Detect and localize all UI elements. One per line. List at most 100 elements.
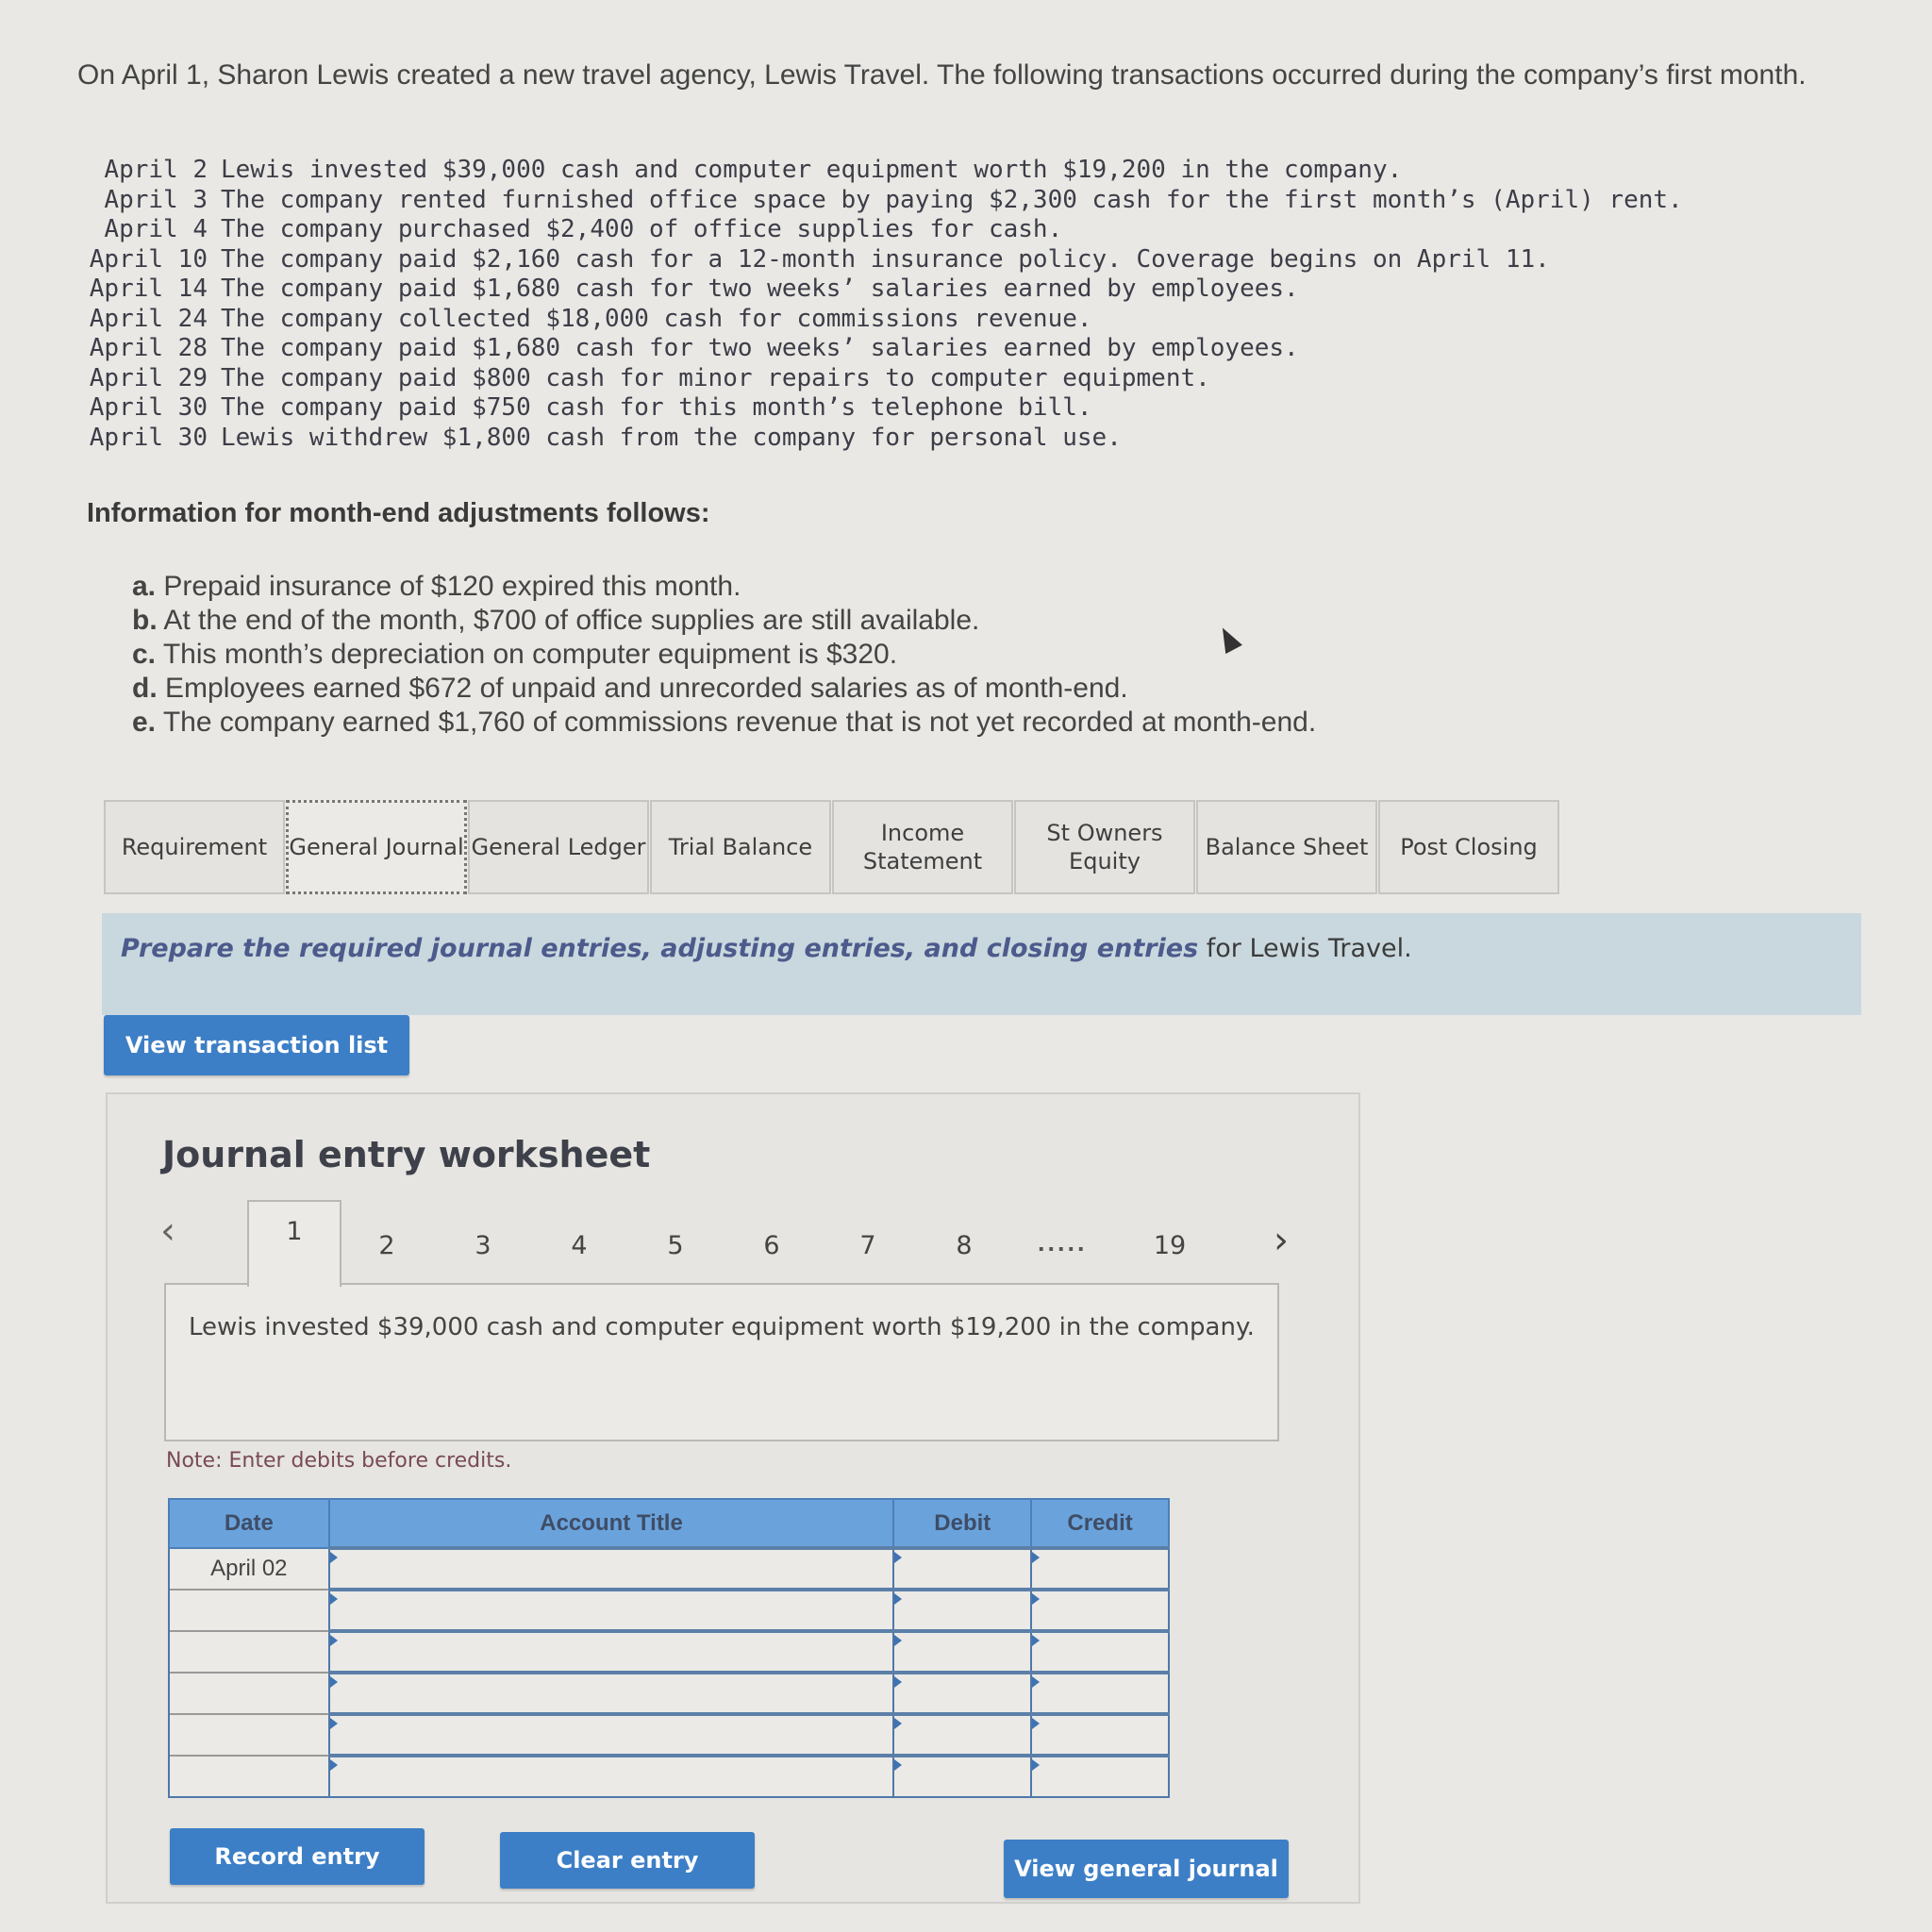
chevron-right-icon[interactable]: › <box>1274 1219 1289 1262</box>
transaction-date: April 24 <box>89 304 208 333</box>
tab-general-ledger[interactable]: General Ledger <box>468 800 649 894</box>
requirement-tabs: Requirement General Journal General Ledger… <box>104 800 1560 894</box>
account-title-input[interactable] <box>329 1716 893 1754</box>
debit-input[interactable] <box>894 1591 1031 1629</box>
debit-cell <box>892 1588 1033 1631</box>
tab-balance-sheet[interactable]: Balance Sheet <box>1196 800 1377 894</box>
adjustment-letter: b. <box>132 605 158 636</box>
debit-cell <box>892 1712 1033 1756</box>
page-tab-8[interactable]: 8 <box>917 1217 1011 1274</box>
journal-row <box>168 1712 1170 1756</box>
transaction-date: April 14 <box>89 275 208 303</box>
page-tab-19[interactable]: 19 <box>1123 1217 1217 1274</box>
tab-post-closing[interactable]: Post Closing <box>1378 800 1559 894</box>
account-title-input[interactable] <box>329 1591 893 1629</box>
page-tab-2[interactable]: 2 <box>340 1217 434 1274</box>
instruction-rest: for Lewis Travel. <box>1198 934 1412 963</box>
tab-trial-balance[interactable]: Trial Balance <box>650 800 831 894</box>
journal-table: Date Account Title Debit Credit April 02 <box>168 1498 1170 1798</box>
worksheet-title: Journal entry worksheet <box>162 1134 651 1175</box>
cell-marker-icon <box>1032 1759 1041 1771</box>
transaction-date: April 3 <box>104 185 208 214</box>
debit-input[interactable] <box>894 1633 1031 1671</box>
account-cell <box>327 1546 895 1590</box>
debit-input[interactable] <box>894 1550 1031 1588</box>
account-cell <box>327 1712 895 1756</box>
adjustment-letter: a. <box>132 571 157 602</box>
cell-marker-icon <box>1032 1635 1041 1646</box>
credit-input[interactable] <box>1032 1716 1168 1754</box>
transaction-date: April 30 <box>89 423 208 452</box>
account-title-input[interactable] <box>329 1633 893 1671</box>
page-tab-1[interactable]: 1 <box>247 1200 341 1287</box>
transaction-row: April 14 The company paid $1,680 cash for… <box>81 275 1683 305</box>
tab-income-statement[interactable]: Income Statement <box>832 800 1013 894</box>
record-entry-button[interactable]: Record entry <box>170 1828 425 1885</box>
credit-input[interactable] <box>1032 1757 1168 1796</box>
credit-cell <box>1030 1588 1170 1631</box>
transaction-date: April 2 <box>104 156 208 184</box>
credit-input[interactable] <box>1032 1550 1168 1588</box>
cell-marker-icon <box>329 1718 338 1729</box>
date-cell: April 02 <box>168 1547 330 1590</box>
page-tab-5[interactable]: 5 <box>628 1217 723 1274</box>
credit-input[interactable] <box>1032 1633 1168 1671</box>
transaction-row: April 2 Lewis invested $39,000 cash and c… <box>81 156 1683 186</box>
account-cell <box>327 1754 895 1798</box>
tab-st-owners-equity[interactable]: St Owners Equity <box>1014 800 1195 894</box>
adjustments-list: a. Prepaid insurance of $120 expired thi… <box>132 570 1316 740</box>
journal-row <box>168 1671 1170 1714</box>
debit-input[interactable] <box>894 1757 1031 1796</box>
chevron-left-icon[interactable]: ‹ <box>160 1209 175 1253</box>
page-tab-6[interactable]: 6 <box>724 1217 819 1274</box>
transaction-text: The company paid $1,680 cash for two wee… <box>221 275 1299 303</box>
adjustment-item: b. At the end of the month, $700 of offi… <box>132 604 1316 638</box>
debit-input[interactable] <box>894 1674 1031 1712</box>
transaction-row: April 3 The company rented furnished offi… <box>81 185 1683 216</box>
transaction-row: April 24 The company collected $18,000 ca… <box>81 305 1683 335</box>
column-header-debit: Debit <box>892 1498 1033 1549</box>
view-general-journal-button[interactable]: View general journal <box>1004 1840 1289 1898</box>
adjustment-text: Prepaid insurance of $120 expired this m… <box>163 571 741 602</box>
transaction-date: April 4 <box>104 215 208 243</box>
debit-input[interactable] <box>894 1716 1031 1754</box>
transaction-text: Lewis withdrew $1,800 cash from the comp… <box>221 423 1122 452</box>
entry-note: Note: Enter debits before credits. <box>166 1449 512 1473</box>
account-title-input[interactable] <box>329 1757 893 1796</box>
page-tab-7[interactable]: 7 <box>821 1217 915 1274</box>
adjustment-item: d. Employees earned $672 of unpaid and u… <box>132 672 1316 706</box>
date-cell <box>168 1713 330 1756</box>
adjustment-text: Employees earned $672 of unpaid and unre… <box>165 673 1128 704</box>
page-tab-4[interactable]: 4 <box>532 1217 626 1274</box>
clear-entry-button[interactable]: Clear entry <box>500 1832 755 1889</box>
account-cell <box>327 1671 895 1714</box>
adjustment-item: c. This month’s depreciation on computer… <box>132 638 1316 672</box>
transaction-text: Lewis invested $39,000 cash and computer… <box>221 156 1403 184</box>
account-title-input[interactable] <box>329 1674 893 1712</box>
account-title-input[interactable] <box>329 1550 893 1588</box>
credit-cell <box>1030 1546 1170 1590</box>
credit-input[interactable] <box>1032 1674 1168 1712</box>
cell-marker-icon <box>1032 1676 1041 1688</box>
transaction-text: The company rented furnished office spac… <box>221 185 1683 214</box>
page-tab-3[interactable]: 3 <box>436 1217 530 1274</box>
journal-row: April 02 <box>168 1546 1170 1590</box>
instruction-bar: Prepare the required journal entries, ad… <box>102 913 1861 1015</box>
transaction-row: April 10 The company paid $2,160 cash for… <box>81 245 1683 275</box>
view-transaction-list-button[interactable]: View transaction list <box>104 1015 409 1075</box>
column-header-date: Date <box>168 1498 330 1549</box>
adjustment-text: This month’s depreciation on computer eq… <box>162 639 898 670</box>
entry-pager: ‹ 1 2 3 4 5 6 7 8 19 ..... › <box>160 1200 1349 1287</box>
instruction-emphasis: Prepare the required journal entries, ad… <box>121 934 1199 963</box>
tab-general-journal[interactable]: General Journal <box>286 800 467 894</box>
transaction-row: April 28 The company paid $1,680 cash for… <box>81 334 1683 364</box>
credit-input[interactable] <box>1032 1591 1168 1629</box>
tab-requirement[interactable]: Requirement <box>104 800 285 894</box>
transaction-text: The company purchased $2,400 of office s… <box>221 215 1063 243</box>
cell-marker-icon <box>894 1635 903 1646</box>
cell-marker-icon <box>894 1552 903 1563</box>
debit-cell <box>892 1754 1033 1798</box>
journal-entry-worksheet: Journal entry worksheet ‹ 1 2 3 4 5 6 7 8 19 ...… <box>106 1092 1360 1904</box>
adjustments-heading: Information for month-end adjustments fo… <box>87 498 710 528</box>
column-header-account-title: Account Title <box>327 1498 895 1549</box>
